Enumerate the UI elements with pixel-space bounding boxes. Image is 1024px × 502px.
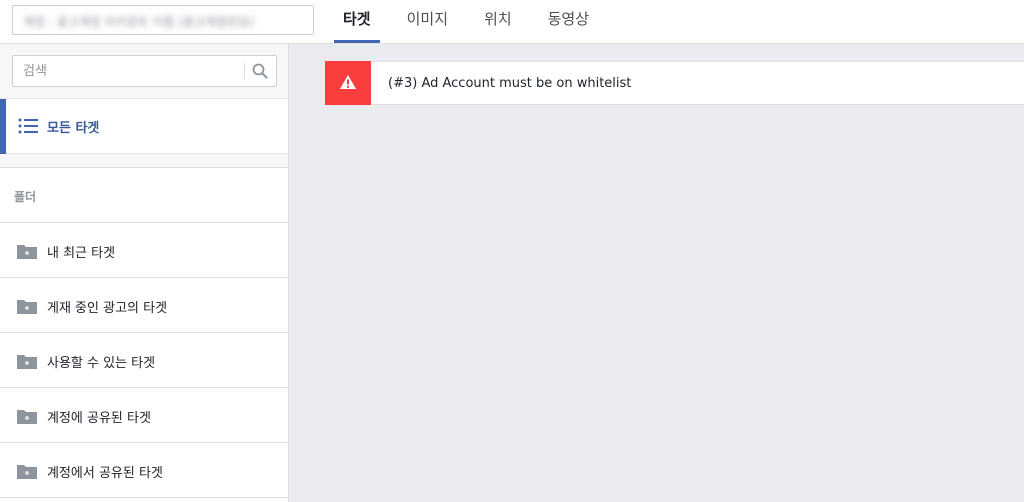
search-input[interactable]: [13, 56, 243, 86]
tab-targets[interactable]: 타겟: [334, 0, 380, 44]
folder-icon: [17, 245, 37, 259]
search-box: [12, 55, 277, 87]
folder-icon: [17, 355, 37, 369]
search-area: [0, 44, 288, 98]
folder-label: 계정에 공유된 타겟: [47, 411, 151, 426]
search-separator: [244, 63, 245, 79]
folder-label: 게재 중인 광고의 타겟: [47, 301, 168, 316]
folder-header-label: 폴더: [14, 190, 37, 204]
top-bar: 계정 · 광고계정 어카운트 이름 (광고계정번호) 타겟 이미지 위치 동영상: [0, 0, 1024, 44]
tab-locations[interactable]: 위치: [475, 0, 521, 44]
account-selector[interactable]: 계정 · 광고계정 어카운트 이름 (광고계정번호): [12, 5, 314, 35]
all-targets-label: 모든 타겟: [47, 121, 100, 136]
tab-videos[interactable]: 동영상: [539, 0, 598, 44]
list-icon: [18, 118, 38, 134]
section-gap: [0, 154, 288, 168]
account-selector-text: 계정 · 광고계정 어카운트 이름 (광고계정번호): [23, 15, 254, 29]
warning-box: [325, 61, 371, 105]
tab-bar: 타겟 이미지 위치 동영상: [334, 0, 616, 44]
sidebar-item-shared-to-account[interactable]: 계정에 공유된 타겟: [0, 388, 288, 443]
sidebar-item-all-targets[interactable]: 모든 타겟: [0, 98, 288, 155]
sidebar-item-recent-targets[interactable]: 내 최근 타겟: [0, 223, 288, 278]
folder-label: 사용할 수 있는 타겟: [47, 356, 156, 371]
sidebar-item-shared-from-account[interactable]: 계정에서 공유된 타겟: [0, 443, 288, 498]
sidebar: 모든 타겟 폴더 내 최근 타겟 게재 중인 광고의 타겟 사용할 수 있는 타…: [0, 44, 289, 502]
main-content: (#3) Ad Account must be on whitelist: [290, 44, 1024, 502]
warning-icon: [340, 75, 356, 89]
folder-icon: [17, 465, 37, 479]
active-indicator: [0, 99, 6, 155]
folder-icon: [17, 410, 37, 424]
sidebar-item-available-targets[interactable]: 사용할 수 있는 타겟: [0, 333, 288, 388]
search-icon[interactable]: [251, 62, 269, 80]
error-banner: (#3) Ad Account must be on whitelist: [325, 61, 1024, 105]
folder-label: 계정에서 공유된 타겟: [47, 466, 163, 481]
folder-label: 내 최근 타겟: [47, 246, 116, 261]
folder-icon: [17, 300, 37, 314]
sidebar-item-running-ad-targets[interactable]: 게재 중인 광고의 타겟: [0, 278, 288, 333]
tab-images[interactable]: 이미지: [398, 0, 457, 44]
error-message: (#3) Ad Account must be on whitelist: [388, 76, 632, 91]
folder-section-header: 폴더: [0, 168, 288, 223]
